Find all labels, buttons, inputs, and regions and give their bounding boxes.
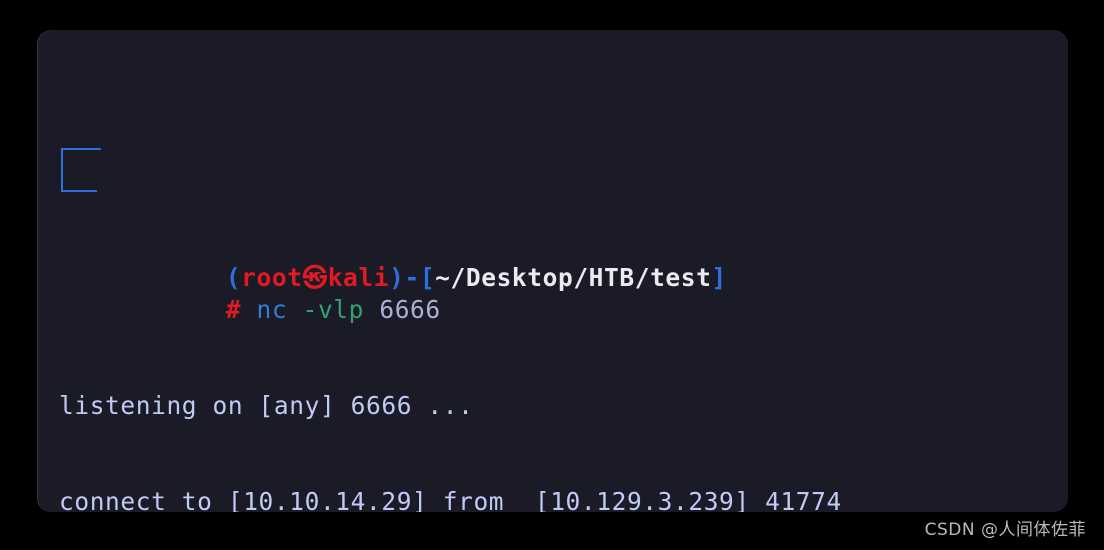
output-line: connect to [10.10.14.29] from [10.129.3.… [59, 487, 842, 512]
prompt-elbow-bottom-icon [61, 190, 97, 192]
prompt-line-first: (root㉿kali)-[~/Desktop/HTB/test] [59, 134, 1068, 292]
prompt-line-second: # nc -vlp 6666 [59, 262, 1068, 324]
prompt-elbow-vertical-icon [61, 148, 63, 192]
prompt-elbow-top-icon [61, 148, 101, 150]
command-program: nc [256, 295, 288, 324]
command-flags: -vlp [302, 295, 364, 324]
terminal-output-area[interactable]: (root㉿kali)-[~/Desktop/HTB/test] # nc -v… [59, 38, 1068, 512]
command-arg: 6666 [379, 295, 441, 324]
output-line: listening on [any] 6666 ... [59, 391, 474, 420]
screenshot-root: 教学相关 备忘清单 JSON 格式化数据 数字 变列 全部折叠 全部展开 tru… [0, 0, 1104, 550]
command-space-1 [287, 295, 302, 324]
command-space-2 [364, 295, 379, 324]
csdn-watermark: CSDN @人间体佐菲 [924, 520, 1086, 540]
terminal-window[interactable]: (root㉿kali)-[~/Desktop/HTB/test] # nc -v… [38, 30, 1068, 512]
prompt-hash-symbol: # [225, 295, 242, 324]
